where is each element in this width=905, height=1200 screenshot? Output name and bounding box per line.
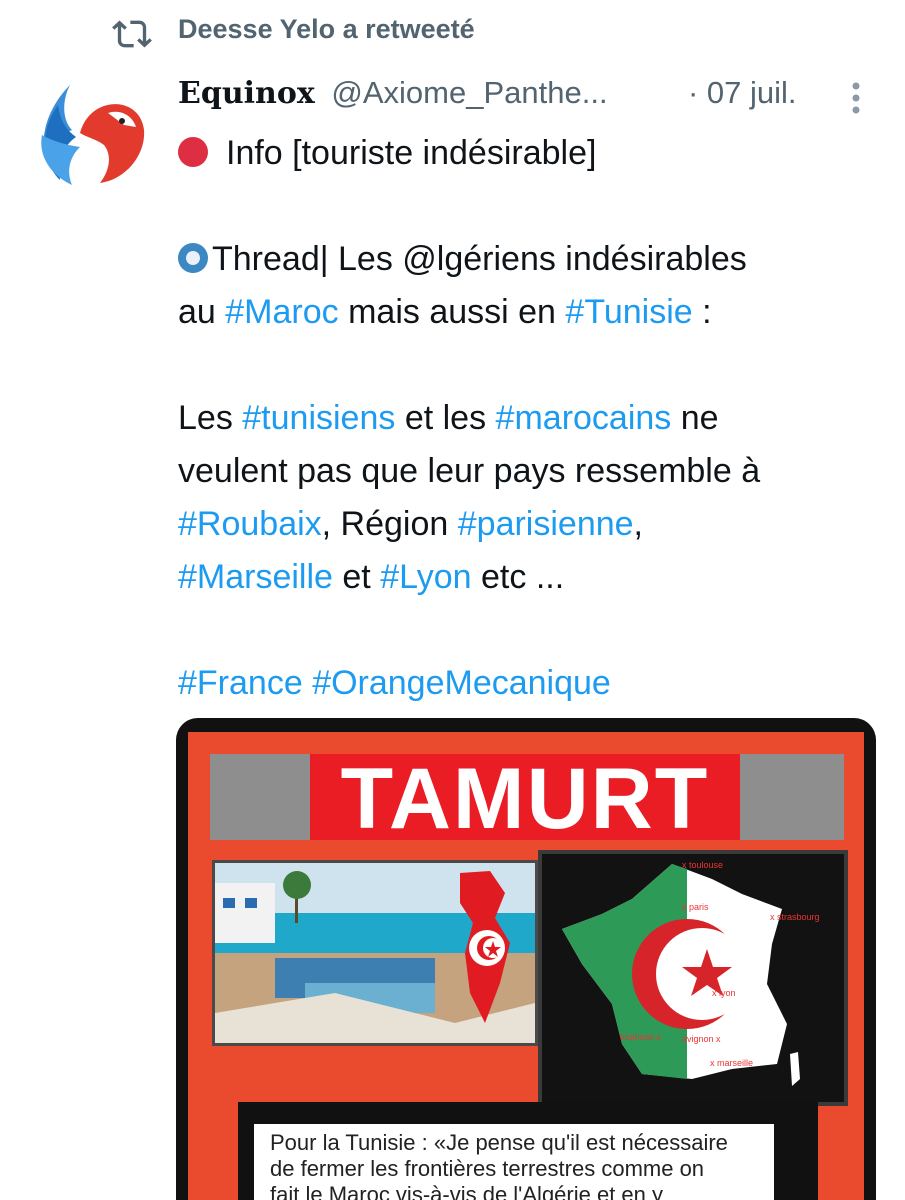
author-handle[interactable]: @Axiome_Panthe... xyxy=(331,75,607,110)
hashtag-roubaix[interactable]: #Roubaix xyxy=(178,505,322,543)
text-fragment: ne xyxy=(671,399,719,437)
text-fragment: au xyxy=(178,293,226,331)
hashtag-marocains[interactable]: #marocains xyxy=(496,399,672,437)
hashtag-tunisie[interactable]: #Tunisie xyxy=(565,293,692,331)
text-fragment: , Région xyxy=(321,505,458,543)
banner-title: TAMURT xyxy=(310,754,740,844)
map-label: x marseille xyxy=(710,1058,754,1068)
text-fragment: etc ... xyxy=(471,558,565,596)
media-poster: TAMURT x toulouse x paris x strasbourg x… xyxy=(188,732,864,1200)
map-label: toulouse x xyxy=(620,1032,662,1042)
hashtag-lyon[interactable]: #Lyon xyxy=(380,558,471,596)
france-map: x toulouse x paris x strasbourg x lyon t… xyxy=(538,850,848,1106)
blue-circle-icon xyxy=(178,243,208,273)
tunisia-photo xyxy=(212,860,538,1046)
hashtag-maroc[interactable]: #Maroc xyxy=(225,293,338,331)
bird-logo-icon[interactable] xyxy=(30,75,152,193)
tweet-line-1: Info [touriste indésirable] xyxy=(226,134,597,172)
banner-bar: TAMURT xyxy=(210,754,844,844)
retweet-context: Deesse Yelo a retweeté xyxy=(0,0,905,60)
tweet-date[interactable]: · 07 juil. xyxy=(688,75,797,111)
text-fragment: , xyxy=(633,505,643,543)
tweet-media-image[interactable]: TAMURT x toulouse x paris x strasbourg x… xyxy=(176,718,876,1200)
map-label: x lyon xyxy=(712,988,736,998)
map-label: x toulouse xyxy=(682,860,724,870)
france-algeria-flag-map-icon xyxy=(562,864,800,1086)
quote-box: Pour la Tunisie : «Je pense qu'il est né… xyxy=(254,1124,774,1200)
text-fragment: et xyxy=(332,558,381,596)
quote-line: de fermer les frontières terrestres comm… xyxy=(270,1156,705,1181)
hashtag-france[interactable]: #France xyxy=(178,664,303,702)
text-fragment: Les xyxy=(178,399,243,437)
retweet-icon xyxy=(112,20,152,48)
retweet-label[interactable]: Deesse Yelo a retweeté xyxy=(178,14,475,45)
tweet-line-2: Thread| Les @lgériens indésirables xyxy=(212,240,747,278)
tweet-line-5: veulent pas que leur pays ressemble à xyxy=(178,452,761,490)
hashtag-parisienne[interactable]: #parisienne xyxy=(458,505,634,543)
text-fragment: mais aussi en xyxy=(338,293,566,331)
hashtag-marseille[interactable]: #Marseille xyxy=(178,558,333,596)
tunisia-scene-icon xyxy=(215,863,535,1043)
more-options-icon[interactable] xyxy=(850,80,862,116)
tweet-body: Info [touriste indésirable] Thread| Les … xyxy=(178,127,878,710)
map-label: x strasbourg xyxy=(770,912,820,922)
map-label: avignon x xyxy=(682,1034,721,1044)
quote-line: Pour la Tunisie : «Je pense qu'il est né… xyxy=(270,1130,728,1155)
quote-line: fait le Maroc vis-à-vis de l'Algérie et … xyxy=(270,1182,664,1200)
hashtag-orangemecanique[interactable]: #OrangeMecanique xyxy=(312,664,611,702)
text-fragment: et les xyxy=(395,399,496,437)
tweet-header: Equinox @Axiome_Panthe... · 07 juil. xyxy=(178,75,878,115)
author-name[interactable]: Equinox xyxy=(178,76,315,111)
red-circle-icon xyxy=(178,137,208,167)
map-label: x paris xyxy=(682,902,709,912)
hashtag-tunisiens[interactable]: #tunisiens xyxy=(242,399,395,437)
quote-panel: Pour la Tunisie : «Je pense qu'il est né… xyxy=(238,1102,818,1200)
text-fragment: : xyxy=(692,293,712,331)
